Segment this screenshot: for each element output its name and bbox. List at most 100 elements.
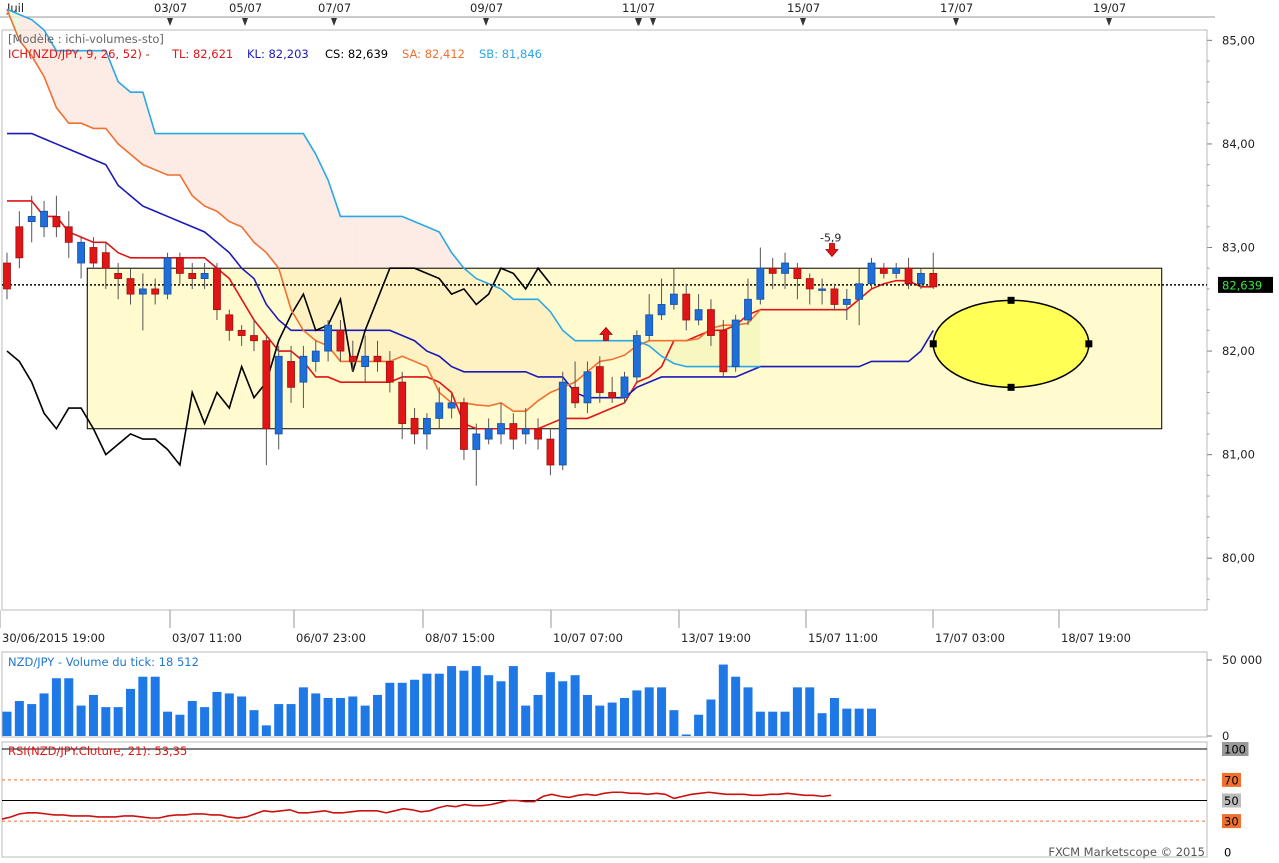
ellipse-handle — [1007, 383, 1015, 391]
volume-bar — [595, 705, 605, 736]
volume-bar — [311, 693, 321, 736]
candle-down — [213, 267, 221, 311]
candle-up — [645, 314, 654, 336]
candle-down — [52, 216, 61, 228]
ellipse-handle — [929, 340, 937, 348]
candle-up — [521, 428, 530, 435]
candle-down — [830, 288, 839, 305]
rsi-tick-label: 30 — [1224, 815, 1239, 829]
cloud-segment — [155, 133, 168, 175]
volume-bar — [410, 679, 420, 736]
candle-down — [805, 278, 814, 290]
y-tick-label: 81,00 — [1222, 448, 1255, 462]
candle-down — [595, 366, 604, 393]
cloud-segment — [254, 133, 267, 253]
candle-up — [138, 288, 147, 295]
candle-down — [385, 361, 394, 383]
chart-window: Juil 03/07 05/07 07/07 09/07 11/07 15/07 17/07 1… — [0, 0, 1279, 860]
volume-bar — [755, 711, 765, 736]
volume-bar — [829, 698, 839, 736]
volume-bar — [64, 678, 74, 736]
x-tick-label: 03/07 11:00 — [172, 631, 242, 645]
x-tick-label: 18/07 19:00 — [1061, 631, 1131, 645]
volume-bar — [706, 699, 716, 736]
cloud-segment — [93, 50, 106, 129]
cloud-segment — [118, 81, 131, 155]
volume-bar — [360, 705, 370, 736]
x-tick-label: 13/07 19:00 — [681, 631, 751, 645]
rsi-tick-label: 70 — [1224, 773, 1239, 787]
candle-up — [892, 267, 901, 274]
volume-bar — [484, 675, 494, 736]
y-tick-label: 82,00 — [1222, 344, 1255, 358]
candle-down — [15, 226, 24, 259]
volume-bar — [743, 687, 753, 736]
rsi-tick-label: 100 — [1224, 743, 1246, 757]
cloud-segment — [167, 133, 180, 175]
cloud-segment — [68, 50, 82, 124]
volume-bar — [607, 702, 617, 736]
volume-bar — [805, 687, 815, 736]
indicator-label: ICH(NZD/JPY, 9, 26, 52) - — [8, 47, 150, 61]
candle-up — [620, 376, 629, 399]
volume-bar — [545, 672, 555, 736]
volume-bar — [249, 710, 259, 736]
volume-bar — [101, 707, 111, 736]
chart-svg: Juil 03/07 05/07 07/07 09/07 11/07 15/07 17/07 1… — [0, 0, 1279, 860]
candle-up — [77, 241, 85, 264]
volume-bar — [842, 708, 852, 736]
rsi-title: RSI(NZD/JPY.Cloture, 21): 53,35 — [8, 744, 187, 758]
volume-bar — [76, 705, 86, 736]
legend-tl: TL: 82,621 — [171, 47, 233, 61]
ellipse-handle — [1007, 296, 1015, 304]
current-price-label: 82,639 — [1222, 278, 1262, 292]
volume-bar — [150, 676, 160, 736]
highlight-ellipse — [932, 299, 1090, 389]
volume-bar — [373, 694, 382, 736]
candle-down — [151, 288, 160, 295]
candle-up — [163, 257, 172, 295]
candle-up — [694, 309, 703, 321]
rsi-tick-label: 0 — [1224, 846, 1231, 860]
volume-bar — [126, 688, 135, 736]
volume-bar — [261, 725, 271, 736]
date-marker-triangle — [167, 18, 173, 26]
legend-sb: SB: 81,846 — [479, 47, 542, 61]
candle-down — [287, 361, 295, 388]
candle-down — [114, 272, 123, 279]
y-tick-label: 85,00 — [1222, 33, 1255, 47]
volume-bar — [471, 666, 481, 736]
volume-bar — [669, 710, 679, 736]
candle-up — [842, 298, 851, 305]
volume-bar — [323, 698, 333, 736]
legend-sa: SA: 82,412 — [402, 47, 465, 61]
candle-up — [744, 298, 752, 321]
date-marker-triangle — [800, 18, 806, 26]
volume-bar — [817, 713, 827, 736]
top-date-label: 11/07 — [622, 1, 655, 15]
ellipse-handle — [1085, 340, 1093, 348]
top-date-label: 07/07 — [318, 1, 351, 15]
template-label: [Modèle : ichi-volumes-sto] — [8, 32, 164, 46]
volume-bar — [200, 707, 210, 736]
candle-up — [274, 355, 283, 435]
cloud-segment — [204, 133, 217, 212]
candle-up — [311, 350, 320, 362]
cloud-segment — [216, 133, 230, 222]
candle-up — [781, 262, 789, 274]
candle-down — [237, 329, 246, 336]
candle-down — [3, 262, 11, 290]
candle-up — [27, 216, 36, 223]
y-tick-label: 83,00 — [1222, 241, 1255, 255]
candle-down — [101, 252, 110, 269]
x-tick-label: 17/07 03:00 — [935, 631, 1005, 645]
candle-up — [632, 335, 641, 378]
volume-bar — [657, 687, 667, 736]
copyright: FXCM Marketscope © 2015 — [1048, 845, 1205, 859]
volume-bar — [348, 696, 358, 736]
volume-bar — [570, 675, 580, 736]
date-marker-triangle — [331, 18, 337, 26]
cloud-segment — [130, 92, 143, 165]
candle-down — [929, 272, 938, 288]
date-marker-triangle — [1106, 18, 1112, 26]
